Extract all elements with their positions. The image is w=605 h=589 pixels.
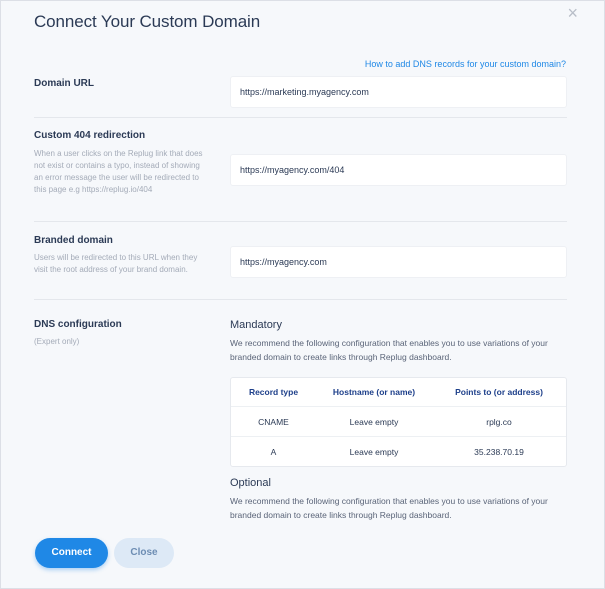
dns-config-label: DNS configuration — [34, 319, 122, 330]
connect-domain-modal: Connect Your Custom Domain × How to add … — [0, 0, 605, 589]
dns-help-link[interactable]: How to add DNS records for your custom d… — [365, 59, 566, 69]
mandatory-text: We recommend the following configuration… — [230, 338, 548, 362]
connect-button[interactable]: Connect — [35, 538, 108, 568]
table-header-row: Record type Hostname (or name) Points to… — [231, 378, 566, 407]
record-type-cell: CNAME — [258, 416, 289, 427]
close-icon[interactable]: × — [567, 4, 578, 22]
divider — [34, 117, 567, 118]
points-to-cell: 35.238.70.19 — [474, 446, 524, 457]
close-button[interactable]: Close — [114, 538, 174, 568]
hostname-cell: Leave empty — [349, 416, 399, 427]
branded-domain-input[interactable]: https://myagency.com — [230, 246, 567, 278]
record-type-cell: A — [270, 446, 277, 457]
hostname-cell: Leave empty — [349, 446, 399, 457]
domain-url-label: Domain URL — [34, 78, 94, 89]
table-header: Hostname (or name) — [332, 387, 416, 397]
custom-404-hint: When a user clicks on the Replug link th… — [34, 149, 203, 194]
dns-records-table: Record type Hostname (or name) Points to… — [230, 377, 567, 467]
domain-url-input[interactable]: https://marketing.myagency.com — [230, 76, 567, 108]
points-to-cell: rplg.co — [486, 416, 512, 427]
custom-404-input[interactable]: https://myagency.com/404 — [230, 154, 567, 186]
table-header: Points to (or address) — [455, 387, 543, 397]
table-row: CNAME Leave empty rplg.co — [231, 407, 566, 437]
table-header: Record type — [248, 387, 299, 397]
optional-text: We recommend the following configuration… — [230, 496, 548, 520]
mandatory-heading: Mandatory — [230, 319, 282, 331]
optional-heading: Optional — [230, 477, 271, 489]
branded-domain-hint: Users will be redirected to this URL whe… — [34, 253, 198, 274]
branded-domain-label: Branded domain — [34, 235, 113, 246]
modal-title: Connect Your Custom Domain — [34, 12, 261, 31]
dns-config-hint: (Expert only) — [34, 337, 80, 346]
table-row: A Leave empty 35.238.70.19 — [231, 437, 566, 466]
custom-404-label: Custom 404 redirection — [34, 130, 146, 141]
divider — [34, 299, 567, 300]
divider — [34, 221, 567, 222]
